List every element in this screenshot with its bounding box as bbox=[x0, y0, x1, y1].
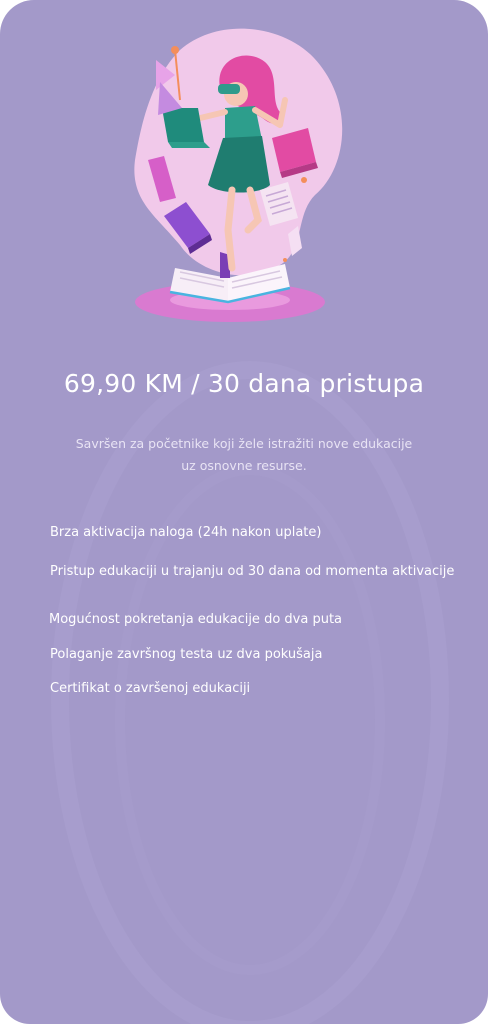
feature-item: Brza aktivacija naloga (24h nakon uplate… bbox=[50, 525, 322, 540]
feature-item: Pristup edukaciji u trajanju od 30 dana … bbox=[50, 564, 455, 579]
feature-item: Polaganje završnog testa uz dva pokušaja bbox=[50, 647, 323, 662]
feature-item: Mogućnost pokretanja edukacije do dva pu… bbox=[49, 612, 343, 627]
feature-item: Certifikat o završenoj edukaciji bbox=[50, 681, 251, 696]
woman-reading-books-illustration-icon bbox=[134, 28, 343, 322]
plan-price-title: 69,90 KM / 30 dana pristupa bbox=[63, 369, 425, 398]
plan-description: Savršen za početnike koji žele istražiti… bbox=[75, 436, 413, 473]
pricing-card: 69,90 KM / 30 dana pristupa Savršen za p… bbox=[0, 0, 488, 1024]
